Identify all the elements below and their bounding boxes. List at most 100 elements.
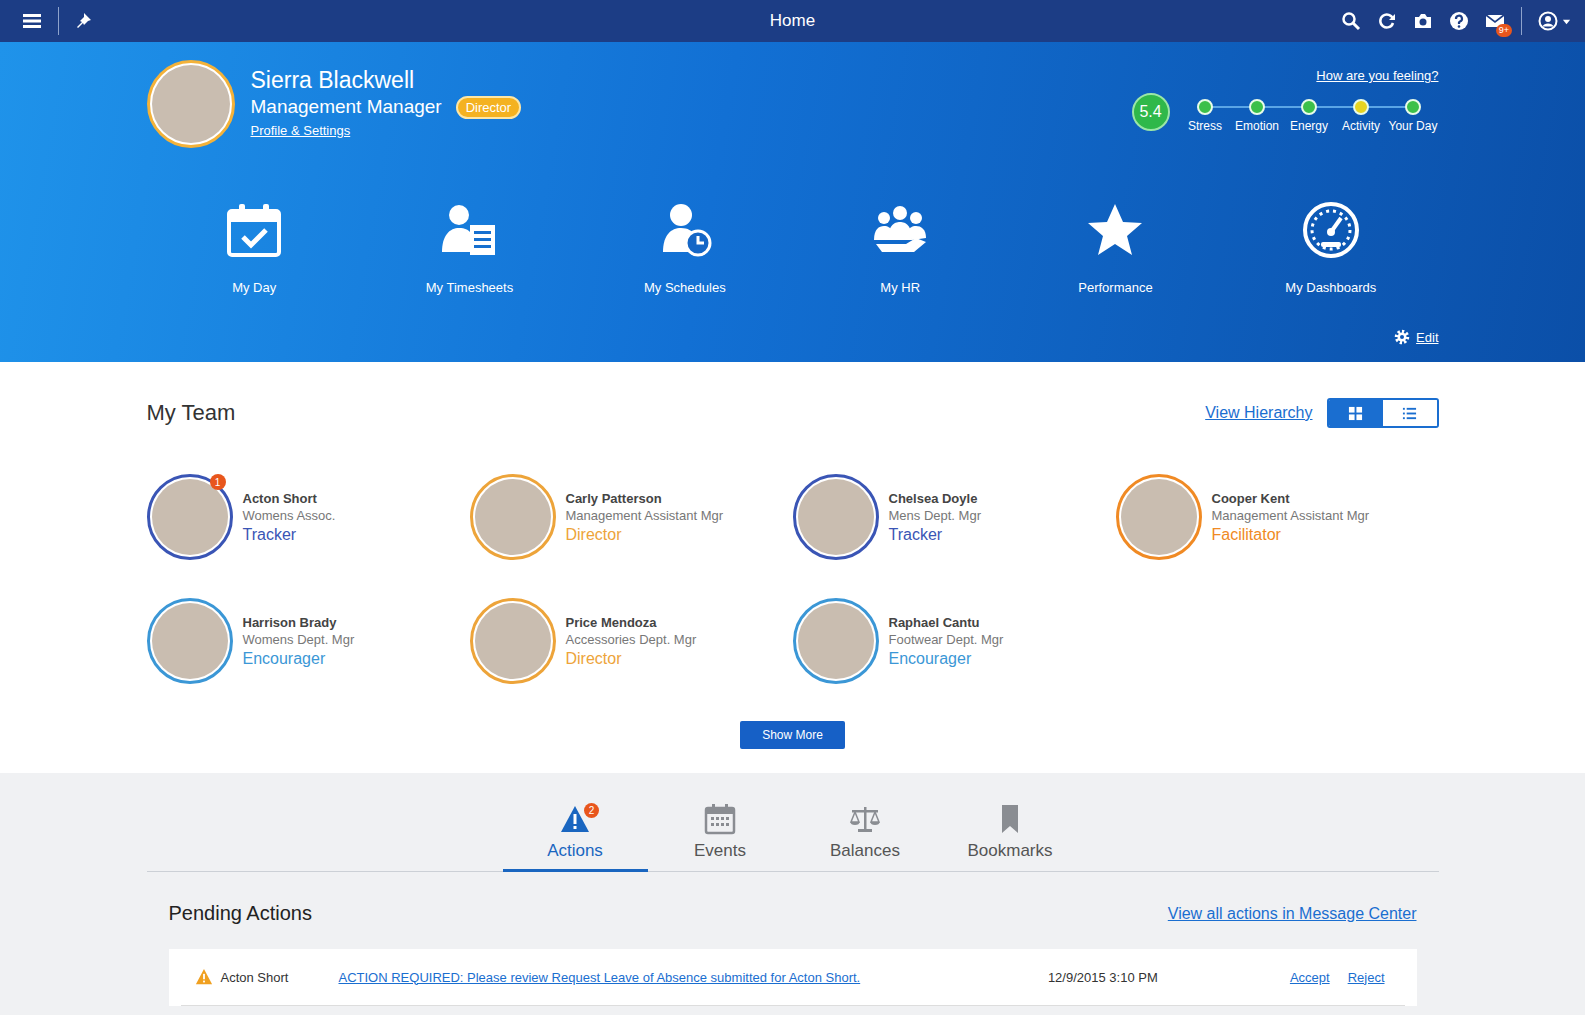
team-member[interactable]: 1 Acton Short Womens Assoc. Tracker bbox=[147, 474, 470, 560]
mail-button[interactable]: 9+ bbox=[1485, 11, 1505, 31]
edit-link[interactable]: Edit bbox=[1394, 329, 1438, 345]
star-icon bbox=[1085, 200, 1145, 260]
metric-dot bbox=[1405, 99, 1421, 115]
member-avatar[interactable] bbox=[1116, 474, 1202, 560]
action-link[interactable]: Reject bbox=[1348, 970, 1385, 985]
metric-dot bbox=[1353, 99, 1369, 115]
member-role: Director bbox=[566, 650, 697, 668]
wellbeing-metric[interactable]: Your Day bbox=[1388, 99, 1439, 133]
warning-icon bbox=[195, 968, 213, 986]
help-icon[interactable] bbox=[1449, 11, 1469, 31]
metric-dot bbox=[1301, 99, 1317, 115]
gear-icon bbox=[1394, 329, 1410, 345]
pin-icon[interactable] bbox=[75, 11, 95, 31]
wellbeing-metric[interactable]: Activity bbox=[1336, 99, 1387, 133]
member-avatar[interactable] bbox=[793, 598, 879, 684]
wellbeing-metric[interactable]: Stress bbox=[1180, 99, 1231, 133]
tab[interactable]: Balances bbox=[793, 803, 938, 872]
tab[interactable]: Bookmarks bbox=[938, 803, 1083, 872]
view-toggle-button[interactable] bbox=[1383, 400, 1437, 426]
tabs: 2 Actions Events Balances Bookmarks bbox=[147, 803, 1439, 872]
refresh-icon[interactable] bbox=[1377, 11, 1397, 31]
member-avatar[interactable] bbox=[793, 474, 879, 560]
home-page: Home9+Sierra BlackwellManagement Manager… bbox=[0, 0, 1585, 1015]
nav-tile[interactable]: My HR bbox=[792, 200, 1007, 295]
team-member[interactable]: Raphael CantuFootwear Dept. MgrEncourage… bbox=[793, 598, 1116, 684]
profile-title: Management Manager bbox=[251, 94, 442, 120]
view-toggle-button[interactable] bbox=[1329, 400, 1383, 426]
wellbeing-score[interactable]: 5.4 bbox=[1132, 93, 1170, 131]
member-name: Price Mendoza bbox=[566, 615, 697, 630]
wellbeing-metric[interactable]: Emotion bbox=[1232, 99, 1283, 133]
pending-list: Acton ShortACTION REQUIRED: Please revie… bbox=[169, 949, 1417, 1006]
people-group-icon bbox=[870, 200, 930, 260]
member-avatar[interactable]: 1 bbox=[147, 474, 233, 560]
list-icon bbox=[1402, 406, 1417, 421]
requester-name: Acton Short bbox=[221, 970, 339, 985]
team-title: My Team bbox=[147, 398, 236, 428]
person-document-icon bbox=[439, 200, 499, 260]
member-name: Raphael Cantu bbox=[889, 615, 1004, 630]
member-role: Tracker bbox=[243, 526, 336, 544]
profile-settings-link[interactable]: Profile & Settings bbox=[251, 123, 351, 138]
member-badge: 1 bbox=[210, 474, 226, 490]
tab-label: Balances bbox=[830, 841, 900, 861]
tiles: My DayMy Timesheets My Schedules My HR Perf… bbox=[147, 200, 1439, 295]
edit-label: Edit bbox=[1416, 330, 1438, 345]
my-team: My Team View Hierarchy 1 Acton Short Womens … bbox=[0, 362, 1585, 773]
camera-icon[interactable] bbox=[1413, 11, 1433, 31]
wellbeing-metric[interactable]: Energy bbox=[1284, 99, 1335, 133]
show-more-button[interactable]: Show More bbox=[740, 721, 845, 749]
tile-label: My Schedules bbox=[644, 280, 726, 295]
member-position: Womens Assoc. bbox=[243, 508, 336, 523]
team-member[interactable]: Carly PattersonManagement Assistant MgrD… bbox=[470, 474, 793, 560]
menu-icon[interactable] bbox=[22, 11, 42, 31]
profile-avatar[interactable] bbox=[147, 60, 235, 148]
view-hierarchy-link[interactable]: View Hierarchy bbox=[1205, 404, 1312, 422]
user-menu[interactable] bbox=[1538, 11, 1571, 31]
member-avatar[interactable] bbox=[470, 598, 556, 684]
metric-label: Activity bbox=[1342, 119, 1380, 133]
member-name: Chelsea Doyle bbox=[889, 491, 981, 506]
action-message-link[interactable]: ACTION REQUIRED: Please review Request L… bbox=[339, 970, 1048, 985]
person-clock-icon bbox=[655, 200, 715, 260]
tab[interactable]: 2 Actions bbox=[503, 803, 648, 872]
balance-scale-icon bbox=[849, 803, 881, 835]
member-position: Management Assistant Mgr bbox=[1212, 508, 1370, 523]
pending-actions: Pending Actions View all actions in Messa… bbox=[147, 902, 1439, 1006]
tab-badge: 2 bbox=[584, 803, 599, 818]
separator bbox=[1521, 7, 1522, 35]
team-members: 1 Acton Short Womens Assoc. Tracker Carly Pa… bbox=[147, 474, 1439, 684]
tile-label: Performance bbox=[1078, 280, 1152, 295]
tab-label: Actions bbox=[547, 841, 603, 861]
nav-tile[interactable]: Performance bbox=[1008, 200, 1223, 295]
member-role: Encourager bbox=[889, 650, 1004, 668]
member-avatar[interactable] bbox=[147, 598, 233, 684]
nav-tile[interactable]: My Dashboards bbox=[1223, 200, 1438, 295]
member-avatar[interactable] bbox=[470, 474, 556, 560]
nav-tile[interactable]: My Schedules bbox=[577, 200, 792, 295]
action-link[interactable]: Accept bbox=[1290, 970, 1330, 985]
member-name: Acton Short bbox=[243, 491, 336, 506]
team-member[interactable]: Harrison BradyWomens Dept. MgrEncourager bbox=[147, 598, 470, 684]
profile-name: Sierra Blackwell bbox=[251, 66, 522, 94]
nav-tile[interactable]: My Day bbox=[147, 200, 362, 295]
caret-icon[interactable] bbox=[1562, 17, 1571, 26]
message-center-link[interactable]: View all actions in Message Center bbox=[1168, 905, 1417, 923]
top-bar: Home9+ bbox=[0, 0, 1585, 42]
nav-tile[interactable]: My Timesheets bbox=[362, 200, 577, 295]
separator bbox=[58, 7, 59, 35]
team-member[interactable]: Chelsea DoyleMens Dept. MgrTracker bbox=[793, 474, 1116, 560]
tab-label: Events bbox=[694, 841, 746, 861]
member-position: Womens Dept. Mgr bbox=[243, 632, 355, 647]
gauge-icon bbox=[1301, 200, 1361, 260]
search-icon[interactable] bbox=[1341, 11, 1361, 31]
user-icon[interactable] bbox=[1538, 11, 1558, 31]
pending-title: Pending Actions bbox=[169, 902, 312, 925]
feeling-link[interactable]: How are you feeling? bbox=[1316, 68, 1438, 83]
team-member[interactable]: Cooper KentManagement Assistant MgrFacil… bbox=[1116, 474, 1439, 560]
tab[interactable]: Events bbox=[648, 803, 793, 872]
hero-banner: Sierra BlackwellManagement ManagerDirect… bbox=[0, 42, 1585, 362]
grid-icon bbox=[1348, 406, 1363, 421]
team-member[interactable]: Price MendozaAccessories Dept. MgrDirect… bbox=[470, 598, 793, 684]
